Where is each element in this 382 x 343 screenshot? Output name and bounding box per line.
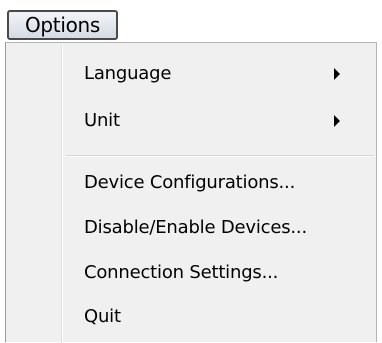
menu-item-unit[interactable]: Unit bbox=[8, 101, 374, 141]
menu-item-language[interactable]: Language bbox=[8, 54, 374, 94]
menu-item-label: Disable/Enable Devices... bbox=[84, 217, 307, 238]
chevron-right-icon bbox=[334, 68, 340, 80]
options-dropdown-menu: Language Unit Device Configurations... D… bbox=[5, 42, 377, 343]
menu-item-label: Unit bbox=[84, 110, 120, 131]
menu-item-label: Device Configurations... bbox=[84, 172, 296, 193]
menu-item-quit[interactable]: Quit bbox=[8, 297, 374, 337]
menu-item-disable-enable-devices[interactable]: Disable/Enable Devices... bbox=[8, 208, 374, 248]
menu-item-label: Connection Settings... bbox=[84, 262, 279, 283]
options-menu-button[interactable]: Options bbox=[7, 10, 118, 40]
menu-item-device-configurations[interactable]: Device Configurations... bbox=[8, 163, 374, 203]
chevron-right-icon bbox=[334, 115, 340, 127]
menu-item-label: Language bbox=[84, 63, 172, 84]
menu-item-connection-settings[interactable]: Connection Settings... bbox=[8, 253, 374, 293]
menu-separator bbox=[66, 155, 374, 157]
menu-item-label: Quit bbox=[84, 306, 121, 327]
